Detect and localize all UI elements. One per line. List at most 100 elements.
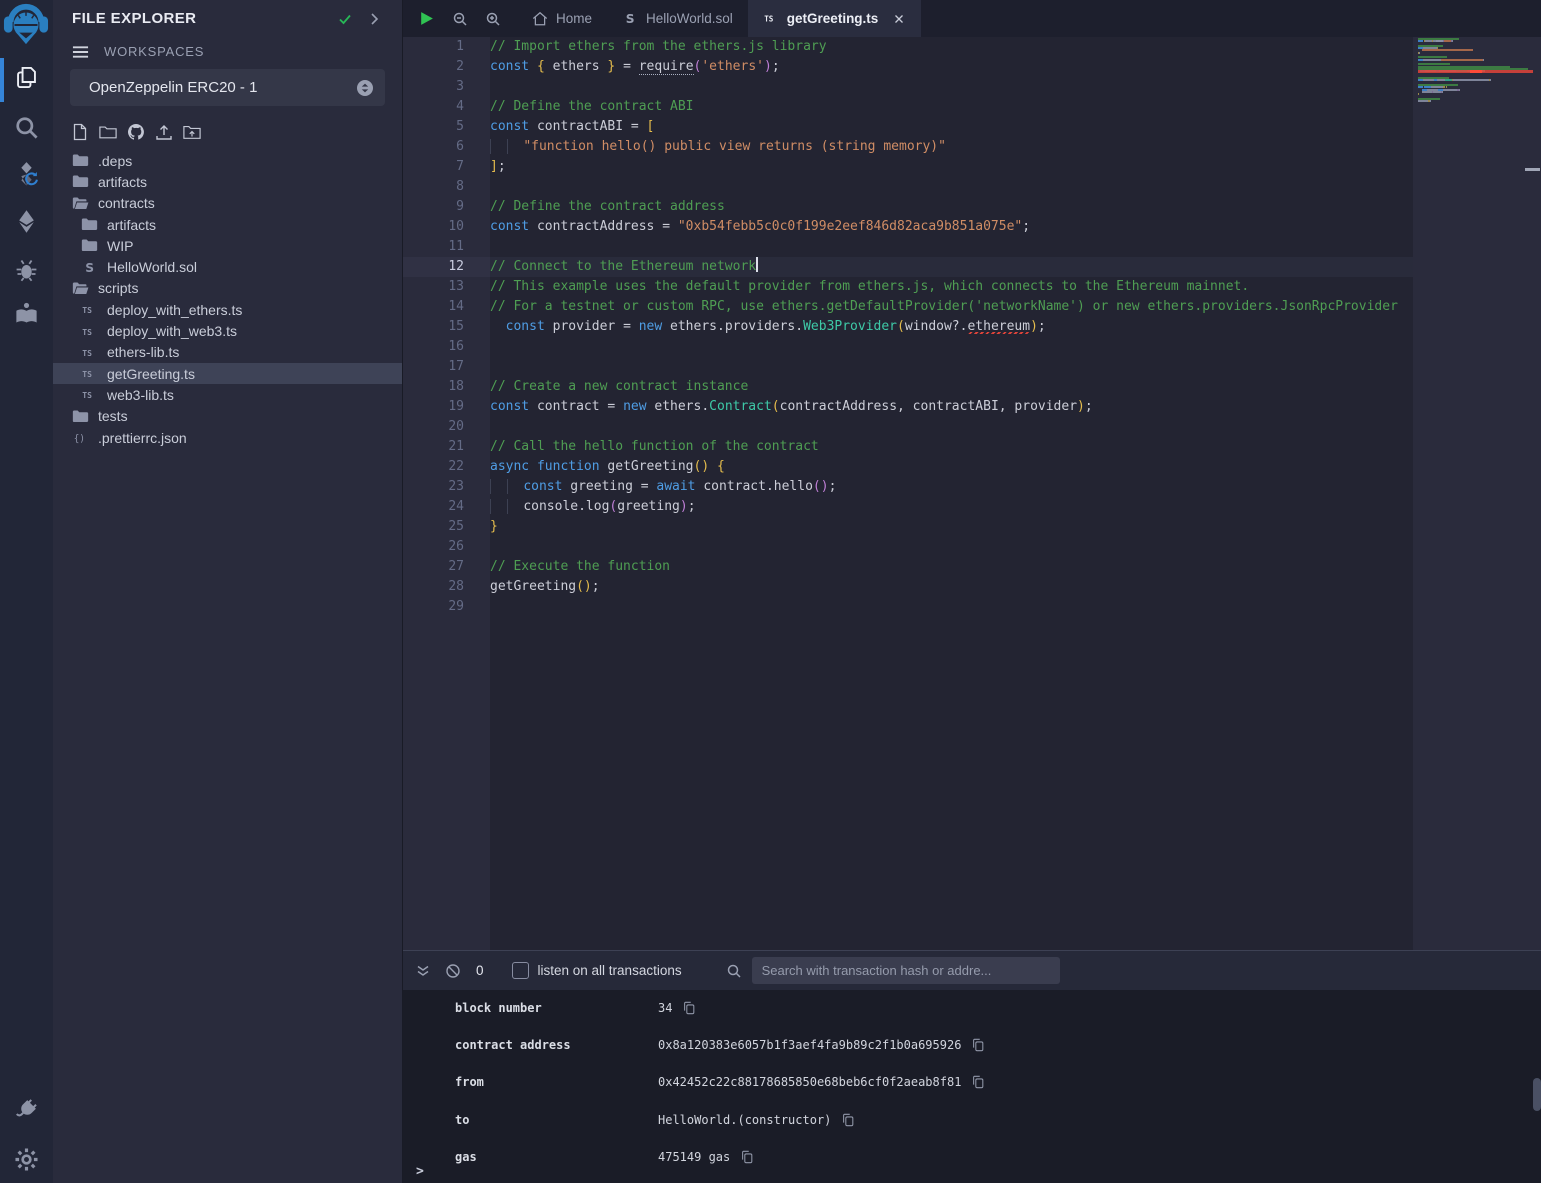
- tab-getgreeting-ts[interactable]: TSgetGreeting.ts: [748, 0, 922, 37]
- code-line[interactable]: 18// Create a new contract instance: [403, 377, 1413, 397]
- svg-text:S: S: [626, 12, 635, 26]
- tree-item--deps[interactable]: .deps: [53, 150, 402, 171]
- tree-item-label: tests: [98, 408, 128, 424]
- code-line[interactable]: 28getGreeting();: [403, 577, 1413, 597]
- transaction-search-input[interactable]: [752, 957, 1060, 984]
- solidity-compiler-icon[interactable]: [13, 160, 40, 187]
- code-line[interactable]: 8: [403, 177, 1413, 197]
- line-number: 5: [403, 117, 490, 137]
- upload-file-icon[interactable]: [155, 123, 173, 141]
- code-line[interactable]: 15 const provider = new ethers.providers…: [403, 317, 1413, 337]
- line-content: // Call the hello function of the contra…: [490, 437, 819, 457]
- zoom-in-button[interactable]: [485, 11, 501, 27]
- code-line[interactable]: 16: [403, 337, 1413, 357]
- code-line[interactable]: 23 const greeting = await contract.hello…: [403, 477, 1413, 497]
- terminal-log-row: gas 475149 gas: [403, 1147, 1521, 1167]
- code-line[interactable]: 20: [403, 417, 1413, 437]
- code-line[interactable]: 25}: [403, 517, 1413, 537]
- activity-bar: [0, 0, 53, 1183]
- github-icon[interactable]: [127, 123, 145, 141]
- tree-item-tests[interactable]: tests: [53, 406, 402, 427]
- run-script-button[interactable]: [418, 10, 435, 27]
- tree-item--prettierrc-json[interactable]: {).prettierrc.json: [53, 427, 402, 448]
- listen-transactions-checkbox[interactable]: [512, 962, 529, 979]
- file-explorer-icon[interactable]: [13, 64, 40, 91]
- code-line[interactable]: 14// For a testnet or custom RPC, use et…: [403, 297, 1413, 317]
- confirm-check-icon[interactable]: [337, 11, 353, 27]
- remix-logo-icon[interactable]: [3, 2, 49, 48]
- code-area[interactable]: 1// Import ethers from the ethers.js lib…: [403, 37, 1413, 950]
- code-line[interactable]: 11: [403, 237, 1413, 257]
- log-field-value: 0x8a120383e6057b1f3aef4fa9b89c2f1b0a6959…: [658, 1038, 985, 1052]
- log-field-value: 475149 gas: [658, 1150, 754, 1164]
- workspace-selector[interactable]: OpenZeppelin ERC20 - 1: [70, 69, 385, 106]
- code-line[interactable]: 21// Call the hello function of the cont…: [403, 437, 1413, 457]
- log-field-label: gas: [455, 1150, 477, 1164]
- copy-icon[interactable]: [841, 1113, 855, 1127]
- code-line[interactable]: 26: [403, 537, 1413, 557]
- clear-console-icon[interactable]: [445, 963, 461, 979]
- code-line[interactable]: 2const { ethers } = require('ethers');: [403, 57, 1413, 77]
- debugger-icon[interactable]: [13, 256, 40, 283]
- tree-item-contracts[interactable]: contracts: [53, 193, 402, 214]
- terminal-output[interactable]: > block number34contract address0x8a1203…: [403, 990, 1541, 1183]
- tree-item-artifacts[interactable]: artifacts: [53, 214, 402, 235]
- settings-icon[interactable]: [13, 1146, 40, 1173]
- learneth-icon[interactable]: [13, 300, 40, 327]
- line-content: getGreeting();: [490, 577, 600, 597]
- tree-item-artifacts[interactable]: artifacts: [53, 171, 402, 192]
- code-line[interactable]: 10const contractAddress = "0xb54febb5c0c…: [403, 217, 1413, 237]
- tree-item-wip[interactable]: WIP: [53, 235, 402, 256]
- log-value-text: 0x8a120383e6057b1f3aef4fa9b89c2f1b0a6959…: [658, 1038, 961, 1052]
- code-line[interactable]: 7];: [403, 157, 1413, 177]
- tree-item-ethers-lib-ts[interactable]: TSethers-lib.ts: [53, 342, 402, 363]
- copy-icon[interactable]: [740, 1150, 754, 1164]
- copy-icon[interactable]: [682, 1001, 696, 1015]
- code-line[interactable]: 12// Connect to the Ethereum network: [403, 257, 1413, 277]
- code-line[interactable]: 24 console.log(greeting);: [403, 497, 1413, 517]
- zoom-out-button[interactable]: [452, 11, 468, 27]
- search-icon[interactable]: [13, 114, 40, 141]
- ts-icon: TS: [81, 345, 98, 360]
- tree-item-scripts[interactable]: scripts: [53, 278, 402, 299]
- code-line[interactable]: 1// Import ethers from the ethers.js lib…: [403, 37, 1413, 57]
- tab-home[interactable]: Home: [517, 0, 607, 37]
- copy-icon[interactable]: [971, 1075, 985, 1089]
- terminal-scrollbar-thumb[interactable]: [1533, 1078, 1541, 1111]
- code-line[interactable]: 9// Define the contract address: [403, 197, 1413, 217]
- tab-helloworld-sol[interactable]: SHelloWorld.sol: [607, 0, 748, 37]
- line-content: // This example uses the default provide…: [490, 277, 1249, 297]
- close-tab-icon[interactable]: [892, 12, 906, 26]
- new-folder-icon[interactable]: [99, 123, 117, 141]
- tree-item-getgreeting-ts[interactable]: TSgetGreeting.ts: [53, 363, 402, 384]
- tree-item-label: scripts: [98, 280, 138, 296]
- code-line[interactable]: 29: [403, 597, 1413, 617]
- code-line[interactable]: 13// This example uses the default provi…: [403, 277, 1413, 297]
- minimap[interactable]: [1418, 38, 1533, 105]
- line-content: const { ethers } = require('ethers');: [490, 57, 780, 77]
- line-number: 25: [403, 517, 490, 537]
- deploy-run-icon[interactable]: [13, 208, 40, 235]
- tree-item-web3-lib-ts[interactable]: TS web3-lib.ts: [53, 384, 402, 405]
- code-line[interactable]: 17: [403, 357, 1413, 377]
- tree-item-deploy-with-ethers-ts[interactable]: TSdeploy_with_ethers.ts: [53, 299, 402, 320]
- plugin-manager-icon[interactable]: [13, 1096, 40, 1123]
- code-line[interactable]: 27// Execute the function: [403, 557, 1413, 577]
- code-line[interactable]: 22async function getGreeting() {: [403, 457, 1413, 477]
- tree-item-label: WIP: [107, 238, 133, 254]
- svg-text:TS: TS: [82, 391, 92, 400]
- code-line[interactable]: 3: [403, 77, 1413, 97]
- expand-terminal-icon[interactable]: [415, 963, 431, 979]
- workspaces-menu-icon[interactable]: [72, 45, 89, 59]
- code-line[interactable]: 19const contract = new ethers.Contract(c…: [403, 397, 1413, 417]
- tree-item-helloworld-sol[interactable]: SHelloWorld.sol: [53, 256, 402, 277]
- tree-item-deploy-with-web3-ts[interactable]: TSdeploy_with_web3.ts: [53, 320, 402, 341]
- copy-icon[interactable]: [971, 1038, 985, 1052]
- chevron-right-icon[interactable]: [366, 11, 382, 27]
- tree-item-label: web3-lib.ts: [107, 387, 174, 403]
- upload-folder-icon[interactable]: [183, 123, 201, 141]
- code-line[interactable]: 4// Define the contract ABI: [403, 97, 1413, 117]
- code-line[interactable]: 5const contractABI = [: [403, 117, 1413, 137]
- code-line[interactable]: 6 "function hello() public view returns …: [403, 137, 1413, 157]
- new-file-icon[interactable]: [71, 123, 89, 141]
